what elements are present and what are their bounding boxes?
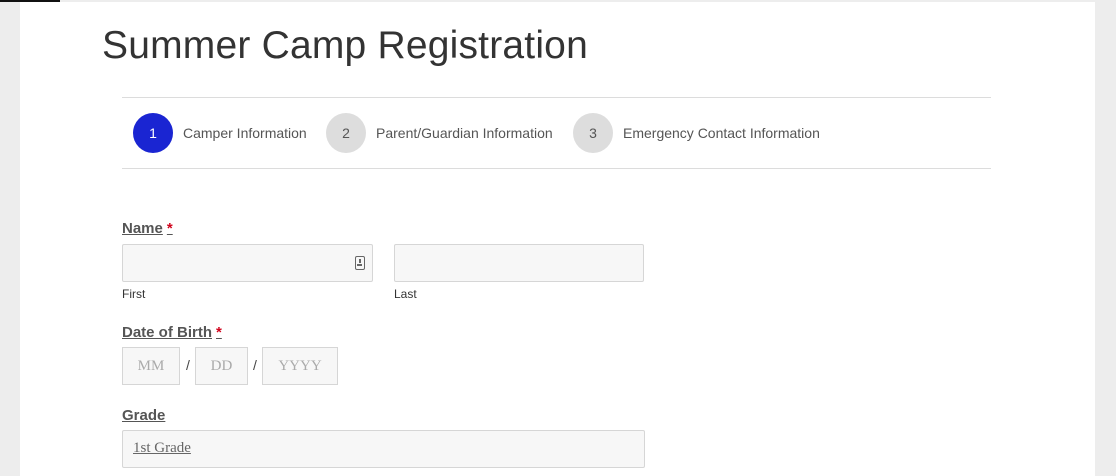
dob-label-text: Date of Birth bbox=[122, 324, 212, 341]
step-label: Emergency Contact Information bbox=[623, 125, 820, 141]
name-label-text: Name bbox=[122, 220, 163, 237]
date-separator: / bbox=[253, 357, 257, 373]
dob-day-input[interactable]: DD bbox=[195, 347, 248, 385]
progress-divider-top bbox=[122, 97, 991, 98]
step-number-badge: 2 bbox=[326, 113, 366, 153]
first-name-sublabel: First bbox=[122, 287, 146, 301]
name-label: Name * bbox=[122, 220, 173, 237]
required-marker: * bbox=[166, 220, 173, 237]
grade-select[interactable]: 1st Grade bbox=[122, 430, 645, 468]
page-title: Summer Camp Registration bbox=[102, 24, 588, 67]
progress-divider-bottom bbox=[122, 168, 991, 169]
first-name-input[interactable] bbox=[122, 244, 373, 282]
dob-month-input[interactable]: MM bbox=[122, 347, 180, 385]
step-number-badge: 1 bbox=[133, 113, 173, 153]
step-emergency-contact-information[interactable]: 3 Emergency Contact Information bbox=[573, 113, 820, 153]
form-page: Summer Camp Registration 1 Camper Inform… bbox=[20, 2, 1095, 476]
date-separator: / bbox=[186, 357, 190, 373]
last-name-input[interactable] bbox=[394, 244, 644, 282]
step-parent-guardian-information[interactable]: 2 Parent/Guardian Information bbox=[326, 113, 553, 153]
step-camper-information[interactable]: 1 Camper Information bbox=[133, 113, 307, 153]
step-label: Parent/Guardian Information bbox=[376, 125, 553, 141]
step-label: Camper Information bbox=[183, 125, 307, 141]
dob-label: Date of Birth * bbox=[122, 324, 222, 341]
step-number-badge: 3 bbox=[573, 113, 613, 153]
contact-card-icon[interactable] bbox=[355, 256, 365, 270]
dob-year-input[interactable]: YYYY bbox=[262, 347, 338, 385]
grade-selected-value: 1st Grade bbox=[133, 440, 191, 456]
required-marker: * bbox=[216, 324, 222, 341]
grade-label: Grade bbox=[122, 407, 166, 424]
last-name-sublabel: Last bbox=[394, 287, 417, 301]
